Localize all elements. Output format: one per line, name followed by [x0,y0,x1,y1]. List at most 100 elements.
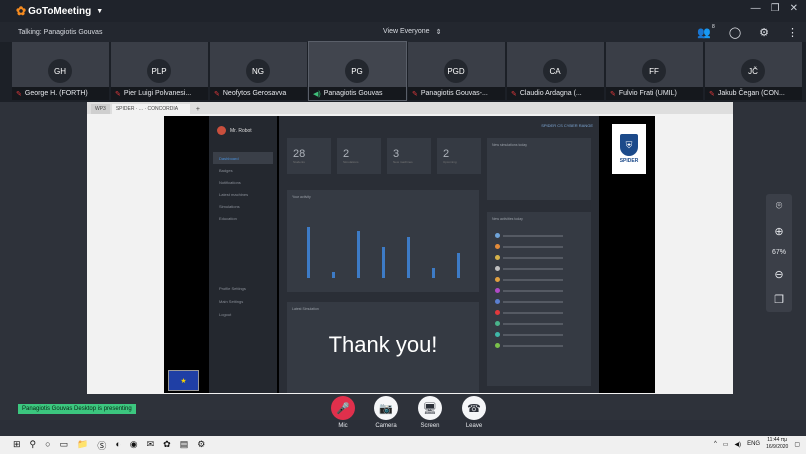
maximize-button[interactable]: ❐ [771,3,780,14]
activity-text-placeholder [503,256,563,259]
camera-label: Camera [375,423,397,429]
stat-number: 2 [343,148,350,160]
pop-out-icon[interactable]: ❐ [774,293,784,306]
mic-muted-icon: ✎ [511,90,517,98]
view-selector[interactable]: View Everyone ⇕ [383,28,441,36]
stat-card: 3 New machines [387,138,431,174]
activity-avatar-icon [495,244,500,249]
participant-tile[interactable]: GH ✎ George H. (FORTH) [12,42,109,100]
activity-text-placeholder [503,289,563,292]
skype-icon[interactable]: Ⓢ [97,439,106,452]
shared-link: SPIDER CS CYBER RANGE [541,123,593,128]
stat-card: 2 Upcoming [437,138,481,174]
activity-text-placeholder [503,300,563,303]
shared-menu-item: Education [219,215,237,221]
volume-icon[interactable]: ◀) [734,441,741,448]
participant-tile-speaking[interactable]: PG ◀) Panagiotis Gouvas [308,41,407,101]
tray-chevron-icon[interactable]: ^ [714,441,717,447]
network-icon[interactable]: ▭ [723,441,729,448]
panel-header: New simulations today [492,143,528,147]
leave-button[interactable]: ☎ Leave [459,396,489,429]
camera-button[interactable]: 📷 Camera [371,396,401,429]
activity-avatar-icon [495,310,500,315]
thank-you-message: Thank you! [328,332,438,357]
shared-menu-item: Profile Settings [219,286,246,291]
activity-bar [407,237,410,278]
shared-dashboard: SPIDER CS CYBER RANGE 28 Students 2 Simula… [279,116,599,393]
camera-icon: 📷 [374,396,398,420]
zoom-controls: ⌾ ⊕ 67% ⊖ ❐ [766,194,792,312]
activity-text-placeholder [503,234,563,237]
minimize-button[interactable]: — [751,3,761,14]
mic-icon: 🎤 [331,396,355,420]
activity-row [495,274,585,285]
chat-icon[interactable]: ◯ [729,26,741,39]
meeting-controls: 🎤 Mic 📷 Camera 🖥 Screen ☎ Leave [0,394,806,436]
settings-icon[interactable]: ⚙ [197,439,205,452]
leave-label: Leave [465,423,483,429]
avatar: NG [246,59,270,83]
activity-bar [332,271,335,278]
shared-user-name: Mr. Robot [230,127,252,134]
title-bar: ✿ GoToMeeting ▼ — ❐ ✕ [0,0,806,22]
chrome-icon[interactable]: ◉ [130,439,138,452]
language-indicator[interactable]: ENG [747,441,760,447]
participant-tile[interactable]: PGD ✎ Panagiotis Gouvas-... [408,42,505,100]
activity-row [495,230,585,241]
activity-row [495,252,585,263]
activity-list [495,230,585,351]
activity-avatar-icon [495,343,500,348]
pdf-icon[interactable]: ▤ [180,439,189,452]
zoom-out-icon[interactable]: ⊖ [774,268,783,281]
zoom-in-icon[interactable]: ⊕ [774,225,783,238]
panel-header: New activities today [492,217,523,221]
system-clock[interactable]: 11:44 πμ 16/9/2020 [766,437,788,451]
more-options-icon[interactable]: ⋮ [787,26,798,39]
spider-logo-text: SPIDER [619,158,639,164]
stat-number: 3 [393,148,400,160]
mic-muted-icon: ✎ [610,90,616,98]
attendees-button[interactable]: 👥 8 [697,24,715,39]
panel-header: Your activity [292,195,311,199]
leave-icon: ☎ [462,396,486,420]
activity-text-placeholder [503,278,563,281]
participant-strip: GH ✎ George H. (FORTH) PLP ✎ Pier Luigi Po… [0,41,806,102]
edge-icon[interactable]: ◐ [115,439,120,452]
gotomeeting-icon[interactable]: ✿ [163,439,171,452]
avatar: FF [642,59,666,83]
task-view-icon[interactable]: ○ [45,439,50,452]
notifications-icon[interactable]: ▢ [794,441,800,448]
updown-chevron-icon: ⇕ [435,29,442,36]
activity-text-placeholder [503,267,563,270]
activity-avatar-icon [495,332,500,337]
participant-tile[interactable]: PLP ✎ Pier Luigi Polvanesi... [111,42,208,100]
stat-card: 28 Students [287,138,331,174]
snapshot-icon[interactable]: ⌾ [776,200,783,213]
activity-bar [382,246,385,278]
screen-button[interactable]: 🖥 Screen [415,396,445,429]
settings-icon[interactable]: ⚙ [759,26,769,39]
participant-tile[interactable]: JČ ✎ Jakub Čegan (CON... [705,42,802,100]
browser-tab-bar: WP3 SPIDER · ... · CONCORDIA + [87,102,733,114]
windows-start-icon[interactable]: ⊞ [13,439,21,452]
outlook-icon[interactable]: ✉ [147,439,155,452]
participant-tile[interactable]: CA ✎ Claudio Ardagna (... [507,42,604,100]
avatar: CA [543,59,567,83]
participant-tile[interactable]: FF ✎ Fulvio Frati (UMIL) [606,42,703,100]
file-explorer-icon[interactable]: 📁 [77,439,88,452]
participant-name: Neofytos Gerosavva [222,90,287,97]
mic-button[interactable]: 🎤 Mic [328,396,358,429]
activity-avatar-icon [495,266,500,271]
close-button[interactable]: ✕ [790,3,798,14]
widgets-icon[interactable]: ▭ [60,439,69,452]
activity-row [495,285,585,296]
activity-text-placeholder [503,245,563,248]
app-menu[interactable]: ✿ GoToMeeting ▼ [16,4,103,18]
panel-header: Latest Simulation [292,307,319,311]
shared-sidebar: Mr. Robot Dashboard Badges Notifications… [209,116,277,393]
participant-tile[interactable]: NG ✎ Neofytos Gerosavva [210,42,307,100]
activity-text-placeholder [503,344,563,347]
shared-activity-feed: New activities today [487,212,591,386]
search-icon[interactable]: ⚲ [30,439,37,452]
browser-tab-active: SPIDER · ... · CONCORDIA [111,104,190,114]
